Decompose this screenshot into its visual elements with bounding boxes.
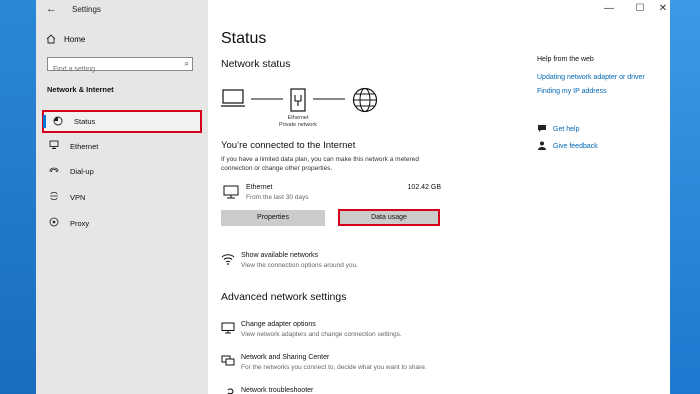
back-arrow-icon[interactable]: ← [46,3,57,15]
proxy-icon [44,217,64,229]
dialup-icon [44,165,64,177]
sidebar-home[interactable]: Home [46,34,85,44]
advanced-settings-heading: Advanced network settings [221,291,347,303]
computer-icon [221,89,245,107]
ethernet-period: From the last 30 days [246,194,309,201]
search-icon: ⌕ [184,59,189,68]
ethernet-name: Ethernet [246,184,273,191]
get-help-link[interactable]: Get help [537,124,579,135]
settings-window: ← Settings — ☐ ✕ Home ⌕ Network & Intern… [36,0,670,394]
sidebar-item-label: VPN [70,192,86,202]
vpn-icon [44,191,64,203]
connection-description: If you have a limited data plan, you can… [221,156,419,172]
sidebar-item-status[interactable]: Status [42,110,202,133]
troubleshooter-title: Network troubleshooter [241,387,314,394]
sidebar-item-dialup[interactable]: Dial-up [40,162,200,180]
sidebar-item-label: Dial-up [70,166,94,176]
status-icon [48,116,68,128]
help-link-adapter-driver[interactable]: Updating network adapter or driver [537,74,645,81]
sidebar-item-label: Ethernet [70,141,99,151]
sidebar-item-ethernet[interactable]: Ethernet [40,137,200,155]
give-feedback-link[interactable]: Give feedback [537,141,598,152]
get-help-label: Get help [553,126,580,133]
ethernet-usage-row: Ethernet From the last 30 days 102.42 GB [221,183,441,205]
diagram-caption: Ethernet Private network [268,115,328,129]
chat-bubble-icon [537,124,547,135]
diagram-caption-connection: Ethernet [287,115,309,121]
sidebar-item-label: Proxy [70,218,90,228]
sidebar-item-proxy[interactable]: Proxy [40,214,200,232]
help-heading: Help from the web [537,56,594,63]
title-bar: ← Settings — ☐ ✕ [36,0,670,20]
sharing-center-title: Network and Sharing Center [241,354,330,361]
adapter-options-title: Change adapter options [241,321,316,328]
troubleshooter-icon [227,388,234,394]
data-usage-button[interactable]: Data usage [338,209,440,226]
ethernet-data-size: 102.42 GB [407,184,441,191]
home-icon [46,34,56,44]
maximize-button[interactable]: ☐ [633,3,647,14]
ethernet-icon [44,140,64,152]
sidebar-section-title: Network & Internet [47,85,114,94]
sidebar-item-label: Status [74,117,96,126]
page-title: Status [221,30,267,47]
sharing-center-icon [221,355,235,366]
adapter-options-desc: View network adapters and change connect… [241,331,402,338]
diagram-caption-network: Private network [279,122,317,128]
sidebar-item-vpn[interactable]: VPN [40,188,200,206]
sharing-center-desc: For the networks you connect to, decide … [241,364,427,371]
window-title: Settings [72,5,101,14]
wifi-icon [221,254,235,265]
ethernet-monitor-icon [223,185,239,199]
sidebar-home-label: Home [64,34,86,44]
search-input[interactable] [48,63,173,76]
network-diagram [221,87,378,113]
ethernet-port-icon [290,88,306,112]
desktop-background-left [0,0,36,394]
close-button[interactable]: ✕ [656,3,670,14]
search-box[interactable]: ⌕ [47,57,193,76]
connected-heading: You’re connected to the Internet [221,140,356,151]
minimize-button[interactable]: — [602,3,616,14]
properties-button[interactable]: Properties [221,210,325,226]
give-feedback-label: Give feedback [553,143,598,150]
feedback-person-icon [537,141,547,152]
show-networks-title: Show available networks [241,252,319,259]
desktop-background-right [670,0,700,394]
adapter-icon [221,322,235,334]
network-status-heading: Network status [221,58,291,70]
help-link-ip-address[interactable]: Finding my IP address [537,88,607,95]
globe-icon [352,87,378,113]
show-networks-desc: View the connection options around you. [241,262,358,269]
